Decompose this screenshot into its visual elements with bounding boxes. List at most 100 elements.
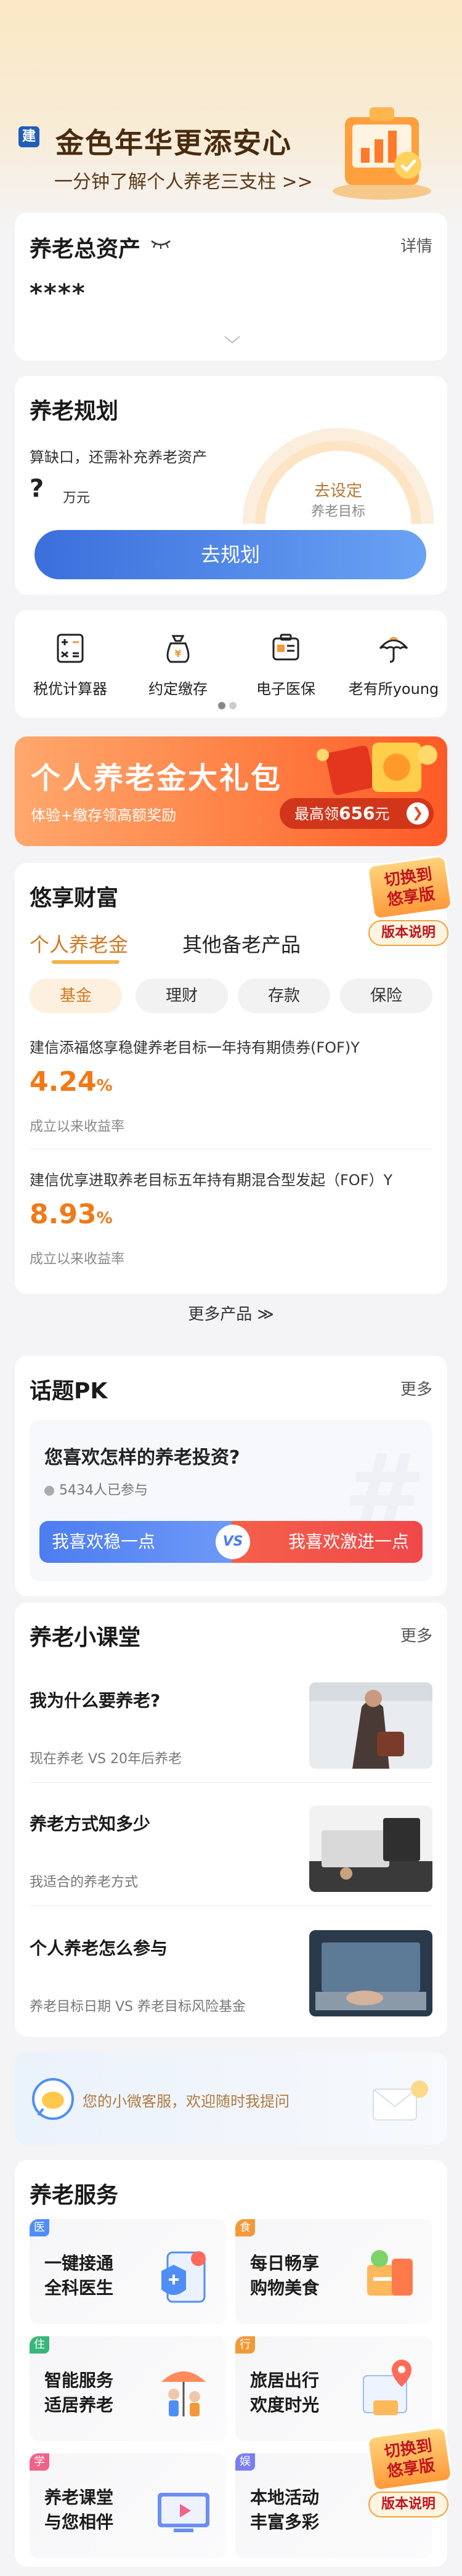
double-chevron-right-icon: ≫ — [257, 1305, 274, 1324]
carousel-dot-active — [218, 702, 225, 709]
banner-subtitle: 体验+缴存领高额奖励 — [31, 807, 177, 824]
pension-gift-banner[interactable]: 个人养老金大礼包 体验+缴存领高额奖励 最高领656元 ❯ — [15, 736, 447, 846]
vote-conservative-button[interactable]: 我喜欢稳一点 — [39, 1521, 237, 1563]
lesson-title[interactable]: 个人养老怎么参与 — [30, 1935, 168, 1960]
reward-amount: 656 — [339, 803, 375, 823]
shopping-icon — [367, 2250, 413, 2296]
customer-service-text: 您的小微客服，欢迎随时我提问 — [83, 2093, 290, 2110]
service-housing[interactable]: 住 智能服务适居养老 — [30, 2336, 227, 2441]
banner-title: 个人养老金大礼包 — [31, 761, 283, 796]
pk-question-box: # 您喜欢怎样的养老投资? 5434人已参与 我喜欢稳一点 我喜欢激进一点 VS — [30, 1420, 432, 1581]
assets-detail-link[interactable]: 详情 — [400, 234, 432, 256]
rate-unit: % — [96, 1077, 113, 1095]
set-target-link[interactable]: 去设定 — [243, 478, 434, 501]
hero-title: 金色年华更添安心 — [55, 126, 292, 160]
vote-aggressive-button[interactable]: 我喜欢激进一点 — [232, 1521, 423, 1563]
category-wealth-mgmt[interactable]: 理财 — [136, 979, 228, 1013]
service-line2: 丰富多彩 — [250, 2512, 320, 2532]
product-rate-note: 成立以来收益率 — [30, 1119, 125, 1135]
hero-subtitle-link[interactable]: 一分钟了解个人养老三支柱 >> — [54, 166, 313, 194]
red-envelope-illustration — [317, 743, 437, 796]
carousel-indicator — [218, 700, 240, 712]
product-name[interactable]: 建信优享进取养老目标五年持有期混合型发起（FOF）Y — [30, 1168, 392, 1189]
travel-map-icon — [363, 2360, 411, 2415]
product-name[interactable]: 建信添福悠享稳健养老目标一年持有期债券(FOF)Y — [30, 1035, 360, 1057]
product-rate-note: 成立以来收益率 — [30, 1252, 125, 1267]
service-line2: 购物美食 — [250, 2278, 320, 2298]
target-label: 养老目标 — [310, 504, 365, 520]
rate-unit: % — [96, 1209, 113, 1228]
ccb-logo: 建 — [18, 126, 39, 147]
lesson-title[interactable]: 养老方式知多少 — [30, 1811, 150, 1835]
service-text: 旅居出行 欢度时光 — [250, 2368, 319, 2418]
tool-lao-you-suo-young[interactable]: 老有所young — [347, 631, 440, 698]
switch-version-badge[interactable]: 切换到 悠享版 版本说明 — [362, 854, 455, 952]
service-tag: 住 — [30, 2336, 49, 2354]
lesson-thumbnail[interactable] — [309, 1682, 432, 1769]
pk-title: 话题PK — [30, 1379, 108, 1404]
customer-service-bar[interactable]: 您的小微客服，欢迎随时我提问 — [15, 2052, 447, 2145]
masked-asset-value: **** — [30, 279, 86, 308]
switch-version-badge[interactable]: 切换到 悠享版 版本说明 — [362, 2426, 455, 2524]
online-class-icon — [158, 2493, 209, 2532]
lesson-thumbnail[interactable] — [309, 1930, 432, 2016]
service-line1: 智能服务 — [44, 2370, 114, 2391]
services-title: 养老服务 — [30, 2183, 119, 2208]
tool-e-medical-insurance[interactable]: 电子医保 — [240, 631, 332, 698]
eye-closed-icon[interactable] — [150, 238, 171, 250]
service-tag: 娱 — [235, 2453, 255, 2471]
pk-more-link[interactable]: 更多 — [400, 1377, 432, 1400]
tab-underline — [52, 960, 120, 964]
service-text: 智能服务 适居养老 — [44, 2368, 113, 2418]
category-insurance[interactable]: 保险 — [340, 979, 432, 1013]
service-line2: 全科医生 — [44, 2278, 114, 2298]
topic-pk-card: 话题PK 更多 # 您喜欢怎样的养老投资? 5434人已参与 我喜欢稳一点 我喜… — [15, 1356, 447, 1596]
pension-assets-card: 养老总资产 详情 **** — [15, 213, 447, 361]
service-line2: 适居养老 — [44, 2395, 114, 2415]
service-tag: 食 — [235, 2219, 255, 2236]
calculator-icon — [57, 634, 84, 663]
wealth-title: 悠享财富 — [30, 886, 119, 911]
tool-label: 约定缴存 — [148, 680, 208, 698]
tool-scheduled-deposit[interactable]: ¥ 约定缴存 — [132, 631, 224, 698]
reward-suffix: 元 — [375, 805, 390, 823]
svg-text:¥: ¥ — [174, 648, 181, 659]
go-plan-button[interactable]: 去规划 — [34, 530, 426, 579]
tool-tax-calculator[interactable]: 税优计算器 — [24, 631, 116, 698]
service-travel[interactable]: 行 旅居出行 欢度时光 — [235, 2336, 432, 2441]
elderly-umbrella-icon — [161, 2371, 206, 2416]
plan-unit: 万元 — [63, 491, 91, 506]
carousel-dot — [229, 702, 237, 709]
service-line1: 一键接通 — [44, 2253, 114, 2273]
category-fund[interactable]: 基金 — [30, 979, 122, 1013]
badge-text: 切换到 悠享版 — [369, 863, 450, 913]
vs-badge: VS — [216, 1525, 250, 1559]
version-info-button[interactable]: 版本说明 — [368, 2492, 448, 2517]
lesson-subtitle: 我适合的养老方式 — [30, 1875, 139, 1890]
plan-title: 养老规划 — [30, 399, 119, 424]
lesson-thumbnail[interactable] — [309, 1806, 432, 1892]
version-info-button[interactable]: 版本说明 — [368, 920, 448, 946]
more-products-link[interactable]: 更多产品 ≫ — [15, 1302, 447, 1324]
service-line1: 旅居出行 — [250, 2370, 320, 2391]
service-medical[interactable]: 医 一键接通 全科医生 — [30, 2219, 227, 2324]
chevron-down-icon[interactable] — [223, 335, 241, 344]
target-gauge[interactable]: 去设定 养老目标 — [243, 419, 434, 524]
tab-personal-pension[interactable]: 个人养老金 — [30, 929, 128, 958]
umbrella-icon — [379, 637, 408, 663]
banner-reward-pill[interactable]: 最高领656元 ❯ — [280, 798, 434, 829]
classroom-more-link[interactable]: 更多 — [400, 1623, 432, 1646]
doctor-shield-icon — [161, 2251, 206, 2303]
person-icon — [44, 1486, 54, 1496]
lesson-title[interactable]: 我为什么要养老? — [30, 1687, 160, 1712]
tab-other-products[interactable]: 其他备老产品 — [182, 929, 301, 958]
service-food[interactable]: 食 每日畅享 购物美食 — [235, 2219, 432, 2324]
service-line2: 与您相伴 — [44, 2512, 114, 2532]
money-bag-icon: ¥ — [166, 635, 190, 663]
pension-classroom-card: 养老小课堂 更多 我为什么要养老? 现在养老 VS 20年后养老 养老方式知多少… — [15, 1602, 447, 2037]
lesson-subtitle: 现在养老 VS 20年后养老 — [30, 1751, 182, 1767]
classroom-title: 养老小课堂 — [30, 1625, 141, 1650]
category-deposit[interactable]: 存款 — [238, 979, 330, 1013]
service-learning[interactable]: 学 养老课堂 与您相伴 — [30, 2453, 227, 2558]
rate-value: 4.24 — [30, 1066, 97, 1098]
